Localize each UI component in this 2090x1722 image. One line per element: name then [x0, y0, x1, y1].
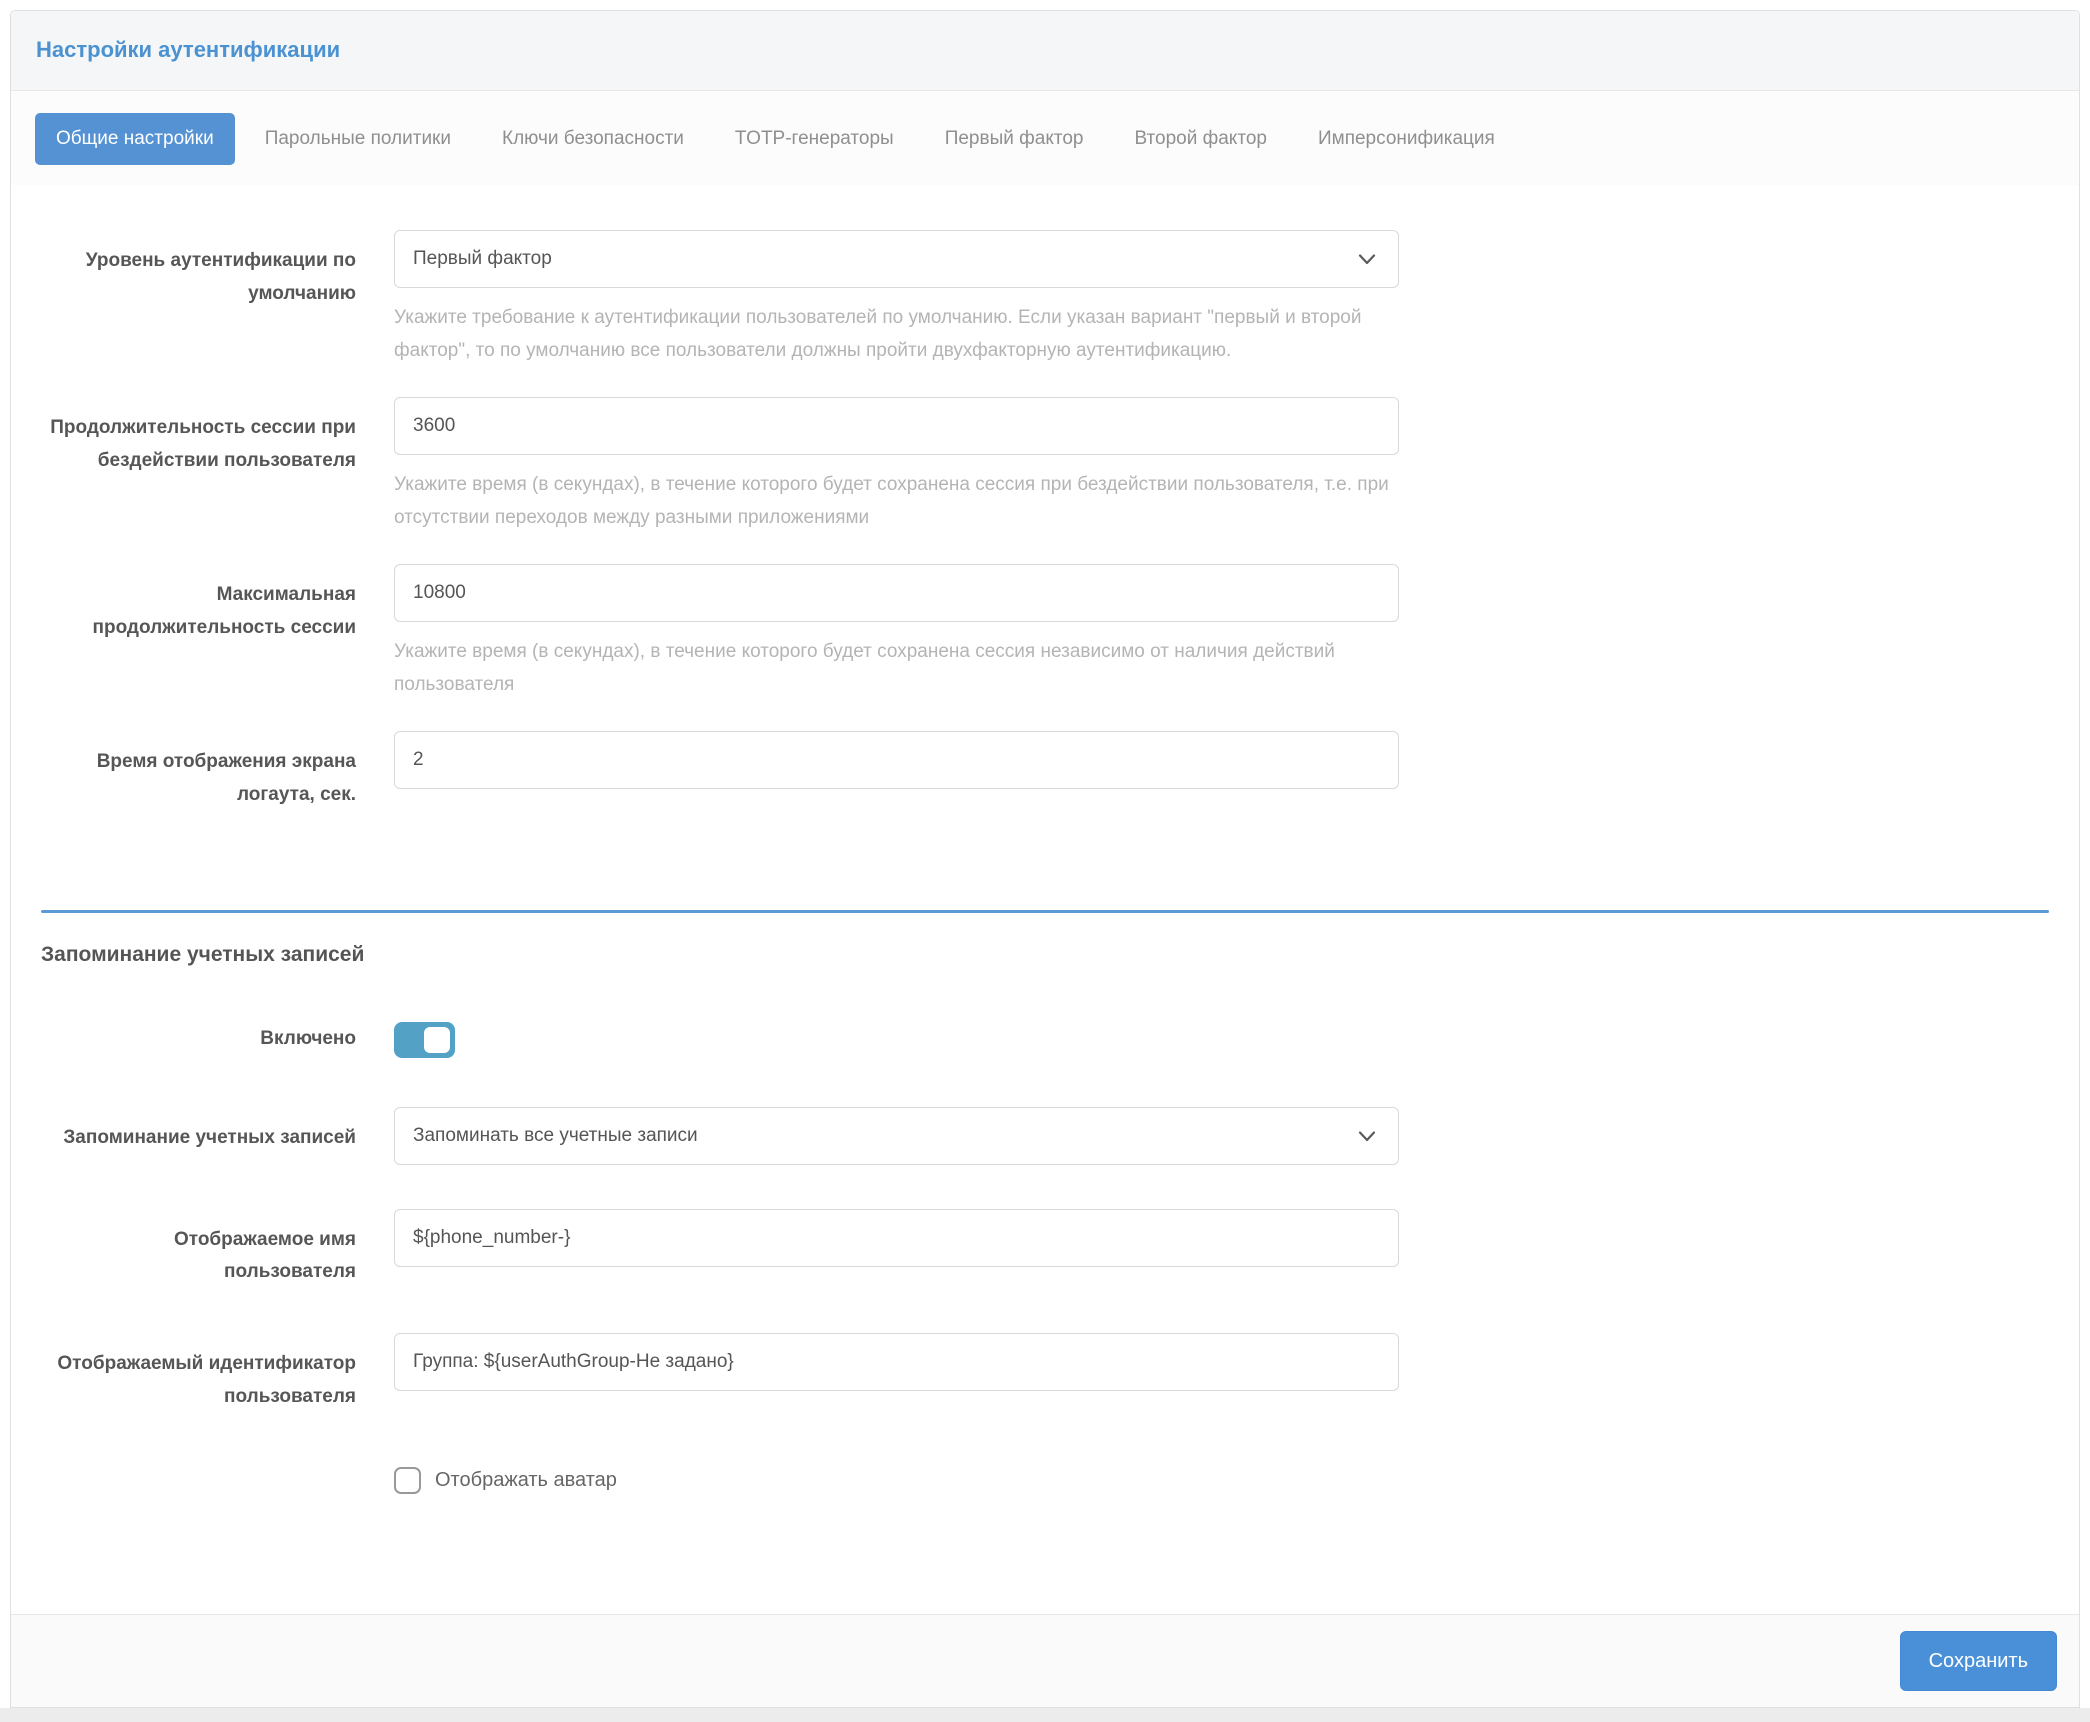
- max-session-help: Укажите время (в секундах), в течение ко…: [394, 641, 1335, 696]
- form-row-enabled: Включено: [41, 1021, 2049, 1058]
- auth-level-selected-value: Первый фактор: [413, 248, 552, 269]
- app-container: Настройки аутентификации Общие настройки…: [0, 0, 2090, 1708]
- enabled-toggle[interactable]: [394, 1021, 455, 1058]
- tab-second-factor[interactable]: Второй фактор: [1113, 113, 1287, 165]
- form-row-max-session: Максимальная продолжительность сессии Ук…: [41, 564, 2049, 701]
- remember-mode-selected-value: Запоминать все учетные записи: [413, 1124, 698, 1146]
- form-row-remember-mode: Запоминание учетных записей Запоминать в…: [41, 1106, 2049, 1165]
- form-row-logout-time: Время отображения экрана логаута, сек.: [41, 731, 2049, 811]
- tab-general[interactable]: Общие настройки: [35, 113, 235, 165]
- form-row-display-id: Отображаемый идентификатор пользователя: [41, 1332, 2049, 1413]
- form-row-display-name: Отображаемое имя пользователя: [41, 1208, 2049, 1289]
- tab-password-policies[interactable]: Парольные политики: [244, 113, 472, 165]
- section-divider: [41, 909, 2049, 913]
- form-row-idle-session: Продолжительность сессии при бездействии…: [41, 397, 2049, 534]
- auth-level-label: Уровень аутентификации по умолчанию: [85, 250, 356, 304]
- chevron-down-icon: [1356, 248, 1378, 270]
- panel-header: Настройки аутентификации: [11, 11, 2079, 91]
- remember-mode-select[interactable]: Запоминать все учетные записи: [394, 1106, 1399, 1165]
- enabled-label: Включено: [260, 1028, 356, 1050]
- tabbar: Общие настройки Парольные политики Ключи…: [11, 91, 2079, 185]
- logout-time-label: Время отображения экрана логаута, сек.: [96, 751, 356, 805]
- display-name-input[interactable]: [394, 1208, 1399, 1267]
- display-name-label: Отображаемое имя пользователя: [173, 1228, 356, 1283]
- auth-settings-panel: Настройки аутентификации Общие настройки…: [10, 10, 2080, 1708]
- form-content: Уровень аутентификации по умолчанию Перв…: [11, 185, 2079, 1495]
- auth-level-select[interactable]: Первый фактор: [394, 230, 1399, 288]
- idle-session-label: Продолжительность сессии при бездействии…: [50, 417, 356, 471]
- form-row-show-avatar: Отображать аватар: [41, 1467, 2049, 1495]
- max-session-label: Максимальная продолжительность сессии: [92, 584, 356, 638]
- remember-section-title: Запоминание учетных записей: [41, 942, 365, 966]
- display-id-label: Отображаемый идентификатор пользователя: [57, 1352, 356, 1407]
- display-id-input[interactable]: [394, 1332, 1399, 1391]
- tab-totp-generators[interactable]: TOTP-генераторы: [714, 113, 915, 165]
- toggle-knob: [424, 1026, 450, 1053]
- form-row-auth-level: Уровень аутентификации по умолчанию Перв…: [41, 230, 2049, 367]
- save-button[interactable]: Сохранить: [1899, 1631, 2057, 1691]
- remember-mode-label: Запоминание учетных записей: [63, 1126, 356, 1148]
- show-avatar-spacer: [41, 1467, 356, 1494]
- max-session-input[interactable]: [394, 564, 1399, 623]
- idle-session-help: Укажите время (в секундах), в течение ко…: [394, 474, 1389, 529]
- tab-security-keys[interactable]: Ключи безопасности: [481, 113, 705, 165]
- show-avatar-label: Отображать аватар: [435, 1469, 617, 1492]
- idle-session-input[interactable]: [394, 397, 1399, 456]
- chevron-down-icon: [1356, 1125, 1378, 1147]
- tab-impersonation[interactable]: Имперсонификация: [1297, 113, 1516, 165]
- tab-first-factor[interactable]: Первый фактор: [924, 113, 1105, 165]
- panel-footer: Сохранить: [11, 1614, 2079, 1707]
- auth-level-help: Укажите требование к аутентификации поль…: [394, 307, 1362, 362]
- show-avatar-checkbox-wrap[interactable]: Отображать аватар: [394, 1467, 1399, 1495]
- page-title: Настройки аутентификации: [36, 37, 341, 62]
- logout-time-input[interactable]: [394, 731, 1399, 790]
- show-avatar-checkbox[interactable]: [394, 1467, 421, 1495]
